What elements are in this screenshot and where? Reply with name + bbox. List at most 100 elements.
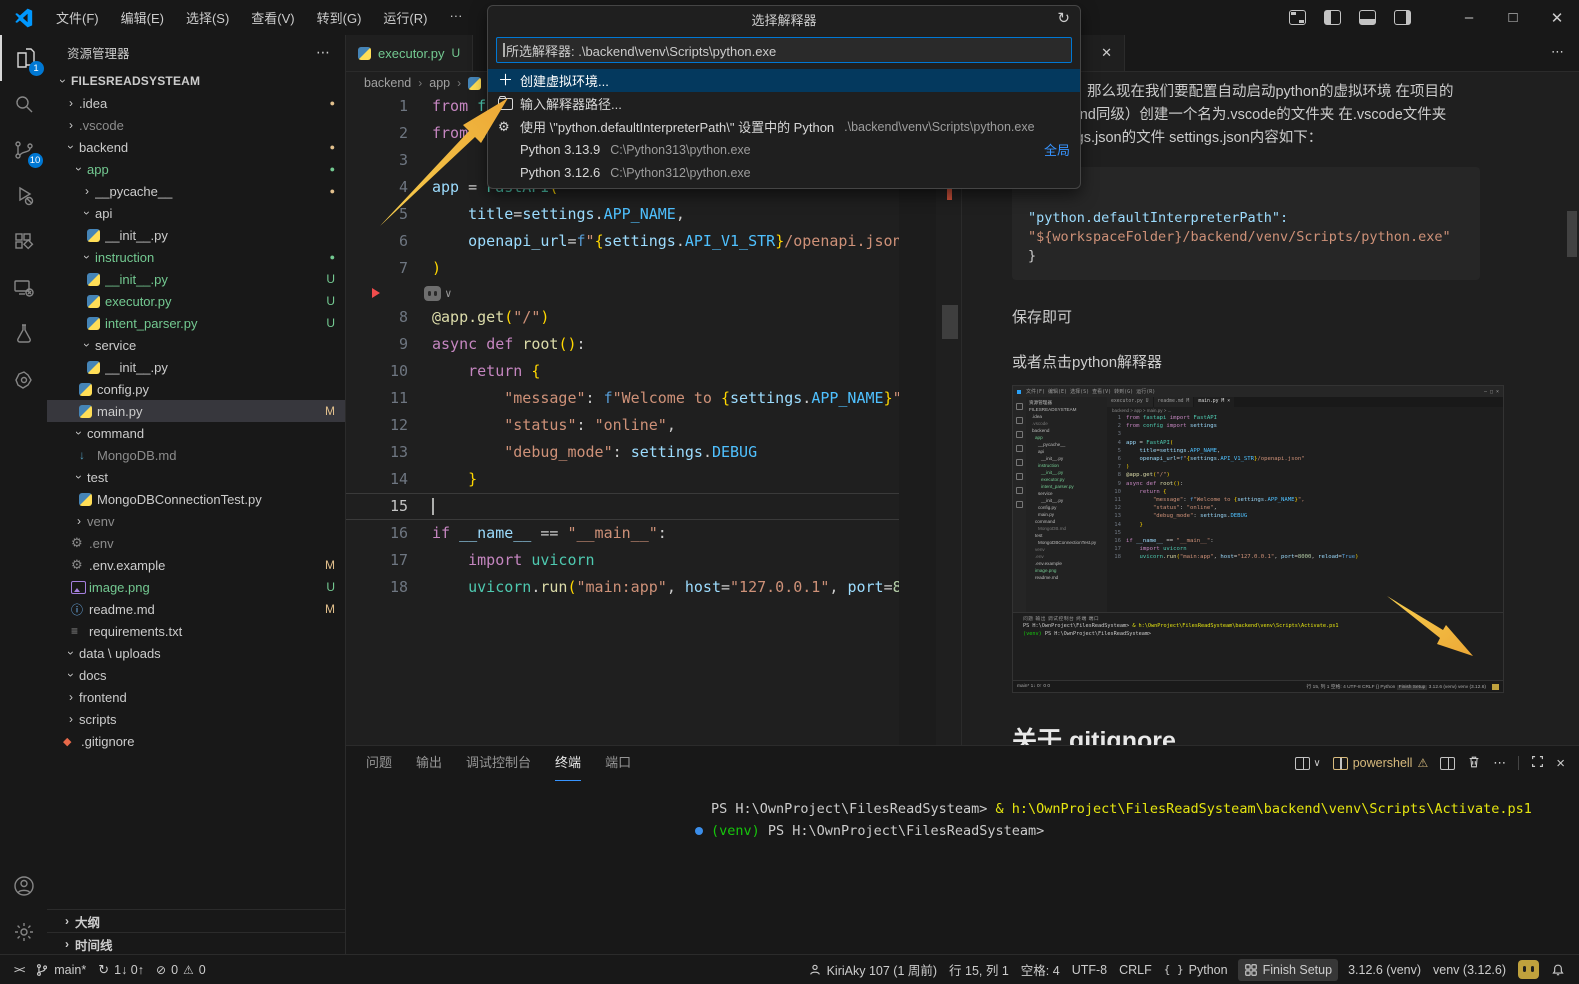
minimize-button[interactable]: – (1447, 9, 1491, 26)
run-debug-icon[interactable] (1, 173, 47, 219)
breadcrumb-item[interactable]: backend (364, 76, 411, 90)
tree-item-instruction[interactable]: ›instruction● (47, 246, 345, 268)
tree-item-test[interactable]: ›test (47, 466, 345, 488)
tree-item---pycache--[interactable]: ›__pycache__● (47, 180, 345, 202)
status-blame-author[interactable]: KiriAky 107 (1 周前) (802, 959, 943, 981)
menu-item[interactable]: 运行(R) (374, 5, 436, 30)
breadcrumb-item[interactable]: app (429, 76, 450, 90)
tree-item-command[interactable]: ›command (47, 422, 345, 444)
tree-item--vscode[interactable]: ›.vscode (47, 114, 345, 136)
tree-item--gitignore[interactable]: ◆.gitignore (47, 730, 345, 752)
tree-item--env-example[interactable]: ⚙.env.exampleM (47, 554, 345, 576)
close-panel-icon[interactable]: × (1556, 755, 1565, 772)
panel-more-icon[interactable]: ⋯ (1493, 755, 1506, 771)
status-remote-indicator[interactable]: >< (8, 959, 29, 981)
split-terminal-icon[interactable] (1440, 757, 1455, 770)
status-notifications[interactable] (1545, 959, 1571, 981)
panel-tab-输出[interactable]: 输出 (416, 746, 442, 780)
tree-item-frontend[interactable]: ›frontend (47, 686, 345, 708)
tree-item-requirements-txt[interactable]: ≡requirements.txt (47, 620, 345, 642)
tree-item-mongodbconnectiontest-py[interactable]: MongoDBConnectionTest.py (47, 488, 345, 510)
status-problems[interactable]: ⊘0⚠0 (150, 959, 212, 981)
tree-item-config-py[interactable]: config.py (47, 378, 345, 400)
sidebar-more-icon[interactable]: ⋯ (316, 44, 331, 61)
outline-section[interactable]: ›大纲 (47, 909, 345, 932)
refresh-icon[interactable]: ↻ (1057, 9, 1070, 27)
tree-item-executor-py[interactable]: executor.pyU (47, 290, 345, 312)
chevron-down-icon[interactable]: ∨ (445, 287, 452, 300)
quick-pick-item-3[interactable]: Python 3.13.9C:\Python313\python.exe全局 (488, 138, 1080, 161)
menu-item[interactable]: ··· (440, 5, 471, 30)
status-copilot[interactable] (1512, 959, 1545, 981)
tree-item-main-py[interactable]: main.pyM (47, 400, 345, 422)
kill-terminal-icon[interactable] (1467, 755, 1481, 772)
tree-item---init---py[interactable]: __init__.py (47, 224, 345, 246)
menu-item[interactable]: 文件(F) (47, 5, 108, 30)
toggle-sidebar-icon[interactable] (1324, 10, 1341, 25)
panel-tab-调试控制台[interactable]: 调试控制台 (466, 746, 531, 780)
tree-item--idea[interactable]: ›.idea● (47, 92, 345, 114)
terminal[interactable]: PS H:\OwnProject\FilesReadSysteam> & h:\… (711, 798, 1569, 842)
toggle-secondary-sidebar-icon[interactable] (1394, 10, 1411, 25)
tree-item-venv[interactable]: ›venv (47, 510, 345, 532)
quick-pick-item-2[interactable]: ⚙使用 \"python.defaultInterpreterPath\" 设置… (488, 115, 1080, 138)
status-indentation[interactable]: 空格: 4 (1015, 959, 1066, 981)
quick-pick-item-action[interactable]: 全局 (1044, 140, 1070, 159)
panel-tab-端口[interactable]: 端口 (605, 746, 631, 780)
tree-item-image-png[interactable]: image.pngU (47, 576, 345, 598)
maximize-button[interactable]: □ (1491, 9, 1535, 26)
editor-actions-more-icon[interactable]: ⋯ (1551, 44, 1565, 60)
menu-item[interactable]: 编辑(E) (112, 5, 173, 30)
panel-tab-终端[interactable]: 终端 (555, 746, 581, 781)
search-icon[interactable] (1, 81, 47, 127)
menu-item[interactable]: 转到(G) (308, 5, 371, 30)
tree-item-readme-md[interactable]: ⓘreadme.mdM (47, 598, 345, 620)
status-language-mode[interactable]: { }Python (1158, 959, 1234, 981)
extensions-icon[interactable] (1, 219, 47, 265)
settings-gear-icon[interactable] (1, 909, 47, 955)
tree-item--env[interactable]: ⚙.env (47, 532, 345, 554)
menu-item[interactable]: 选择(S) (177, 5, 238, 30)
launch-profile-button[interactable]: ∨ (1295, 757, 1320, 770)
status-cursor-position[interactable]: 行 15, 列 1 (943, 959, 1015, 981)
tree-item-filesreadsysteam[interactable]: ›FILESREADSYSTEAM (47, 70, 345, 92)
status-eol[interactable]: CRLF (1113, 959, 1158, 981)
quick-pick-input[interactable]: 所选解释器: .\backend\venv\Scripts\python.exe (496, 37, 1072, 63)
tree-item-scripts[interactable]: ›scripts (47, 708, 345, 730)
tree-item-api[interactable]: ›api (47, 202, 345, 224)
scrollbar-thumb[interactable] (942, 305, 958, 339)
menu-item[interactable]: 查看(V) (242, 5, 303, 30)
tab-executor-py[interactable]: executor.py U (346, 35, 473, 71)
status-encoding[interactable]: UTF-8 (1066, 959, 1113, 981)
remote-explorer-icon[interactable] (1, 265, 47, 311)
tree-item-service[interactable]: ›service (47, 334, 345, 356)
status-finish-setup[interactable]: Finish Setup (1238, 959, 1338, 981)
tree-item-mongodb-md[interactable]: ↓MongoDB.md (47, 444, 345, 466)
quick-pick-item-0[interactable]: ＋创建虚拟环境... (488, 69, 1080, 92)
tree-item-backend[interactable]: ›backend● (47, 136, 345, 158)
toggle-panel-icon[interactable] (1359, 10, 1376, 25)
code-editor[interactable]: 1from fastapi import FastAPI2from config… (346, 93, 899, 745)
preview-scrollbar-thumb[interactable] (1567, 211, 1577, 257)
status-python-interpreter[interactable]: 3.12.6 (venv) (1342, 959, 1427, 981)
tree-item-intent-parser-py[interactable]: intent_parser.pyU (47, 312, 345, 334)
panel-tab-问题[interactable]: 问题 (366, 746, 392, 780)
quick-pick-item-4[interactable]: Python 3.12.6C:\Python312\python.exe (488, 161, 1080, 184)
terminal-instance[interactable]: powershell ⚠ (1333, 756, 1429, 770)
source-control-icon[interactable]: 10 (1, 127, 47, 173)
account-icon[interactable] (1, 863, 47, 909)
status-python-env[interactable]: venv (3.12.6) (1427, 959, 1512, 981)
explorer-icon[interactable]: 1 (0, 35, 48, 81)
status-git-branch[interactable]: main* (29, 959, 92, 981)
close-button[interactable]: ✕ (1535, 9, 1579, 27)
tools-extension-icon[interactable] (1, 357, 47, 403)
testing-icon[interactable] (1, 311, 47, 357)
maximize-panel-icon[interactable] (1531, 755, 1544, 771)
tree-item-app[interactable]: ›app● (47, 158, 345, 180)
quick-pick-item-1[interactable]: 输入解释器路径... (488, 92, 1080, 115)
tree-item---init---py[interactable]: __init__.py (47, 356, 345, 378)
tree-item-docs[interactable]: ›docs (47, 664, 345, 686)
tree-item-data---uploads[interactable]: ›data \ uploads (47, 642, 345, 664)
customize-layout-icon[interactable] (1289, 10, 1306, 25)
copilot-icon[interactable] (424, 286, 441, 301)
